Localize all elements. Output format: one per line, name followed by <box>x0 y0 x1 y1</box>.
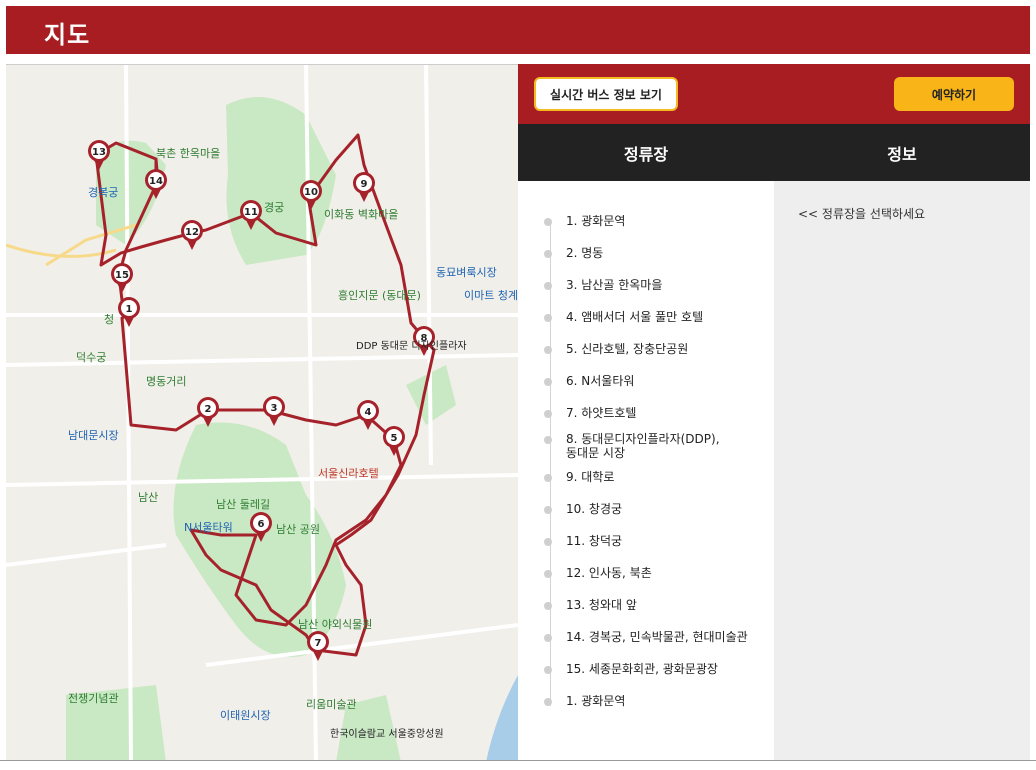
column-header-info: 정보 <box>887 144 917 164</box>
map-label-botanic: 남산 야외식물원 <box>298 618 372 631</box>
stop-dot-icon <box>544 346 552 354</box>
map-label-mosque: 한국이슬람교 서울중앙성원 <box>330 727 444 740</box>
stop-dot-icon <box>544 436 552 444</box>
stop-label: 3. 남산골 한옥마을 <box>566 278 663 292</box>
stop-label: 6. N서울타워 <box>566 374 635 388</box>
map-label-war-memorial: 전쟁기념관 <box>68 692 119 705</box>
stop-dot-icon <box>544 474 552 482</box>
stop-label: 13. 청와대 앞 <box>566 598 637 612</box>
map-label-leeum: 리움미술관 <box>306 698 357 711</box>
page-title: 지도 <box>44 21 91 49</box>
stop-info-panel: 실시간 버스 정보 보기 예약하기 정류장 정보 1. 광화문역 2. 명동 3. … <box>518 64 1030 761</box>
book-button[interactable]: 예약하기 <box>894 77 1014 111</box>
map-label-gyeongbokgung: 경복궁 <box>88 186 118 199</box>
map-label-namsan: 남산 <box>138 491 158 504</box>
svg-text:6: 6 <box>258 519 265 530</box>
svg-text:15: 15 <box>115 270 129 281</box>
svg-text:4: 4 <box>365 407 372 418</box>
map-label-shilla: 서울신라호텔 <box>318 467 379 480</box>
stop-timeline <box>550 219 551 706</box>
stop-label: 12. 인사동, 북촌 <box>566 566 652 580</box>
stop-dot-icon <box>544 666 552 674</box>
map-label-namsan-dullegil: 남산 둘레길 <box>216 498 270 511</box>
svg-text:9: 9 <box>361 179 368 190</box>
map-label-namdaemun: 남대문시장 <box>68 429 119 442</box>
page-header: 지도 <box>6 6 1030 54</box>
stop-dot-icon <box>544 250 552 258</box>
map-label-emart: 이마트 청계 <box>464 289 518 302</box>
column-header-stop: 정류장 <box>623 144 669 164</box>
stop-label: 2. 명동 <box>566 246 604 260</box>
svg-text:13: 13 <box>92 147 106 158</box>
stop-label: 1. 광화문역 <box>566 694 626 708</box>
stop-dot-icon <box>544 634 552 642</box>
svg-text:14: 14 <box>149 176 163 187</box>
map-label-deoksugung: 덕수궁 <box>76 351 106 364</box>
stop-label: 8. 동대문디자인플라자(DDP), 동대문 시장 <box>566 432 720 460</box>
stop-label: 11. 창덕궁 <box>566 534 623 548</box>
stop-list: 1. 광화문역 2. 명동 3. 남산골 한옥마을 4. 앰배서더 서울 풀만 호텔 5… <box>518 181 774 761</box>
map-label-dongmyo: 동묘벼룩시장 <box>436 266 497 279</box>
svg-text:5: 5 <box>391 433 398 444</box>
stop-label: 4. 앰배서더 서울 풀만 호텔 <box>566 310 704 324</box>
map-label-nseoul-tower: N서울타워 <box>184 521 233 534</box>
map-label-gyeong: 경궁 <box>264 201 284 214</box>
map-label-itaewon: 이태원시장 <box>220 709 271 722</box>
info-panel: << 정류장을 선택하세요 <box>774 181 1030 761</box>
svg-text:2: 2 <box>205 404 212 415</box>
svg-text:11: 11 <box>244 207 258 218</box>
map-label-cheong: 청 <box>104 313 114 326</box>
stop-dot-icon <box>544 506 552 514</box>
stop-dot-icon <box>544 698 552 706</box>
stop-dot-icon <box>544 538 552 546</box>
map-label-namsan-park: 남산 공원 <box>276 523 320 536</box>
stop-dot-icon <box>544 378 552 386</box>
stop-dot-icon <box>544 314 552 322</box>
map-panel[interactable]: 1 2 3 4 5 6 7 8 9 10 11 12 13 14 15 북촌 한… <box>6 64 518 761</box>
stop-label: 14. 경복궁, 민속박물관, 현대미술관 <box>566 630 748 644</box>
map-label-bukchon: 북촌 한옥마을 <box>156 147 220 160</box>
stop-label: 15. 세종문화회관, 광화문광장 <box>566 662 718 676</box>
svg-text:1: 1 <box>126 304 133 315</box>
map-label-heunginjimun: 흥인지문 (동대문) <box>338 288 421 302</box>
stop-dot-icon <box>544 570 552 578</box>
map-label-ddp: DDP 동대문 디자인플라자 <box>356 340 467 352</box>
stop-dot-icon <box>544 282 552 290</box>
map-label-ihwa: 이화동 벽화마을 <box>324 208 398 221</box>
info-hint: << 정류장을 선택하세요 <box>798 207 926 221</box>
svg-text:10: 10 <box>304 187 318 198</box>
action-bar: 실시간 버스 정보 보기 예약하기 <box>518 64 1030 124</box>
stop-dot-icon <box>544 602 552 610</box>
stop-label: 7. 하얏트호텔 <box>566 406 637 420</box>
svg-text:12: 12 <box>185 227 199 238</box>
svg-text:7: 7 <box>315 638 322 649</box>
stop-label: 10. 창경궁 <box>566 502 623 516</box>
stop-dot-icon <box>544 410 552 418</box>
stop-dot-icon <box>544 218 552 226</box>
stop-label: 9. 대학로 <box>566 470 615 484</box>
svg-text:3: 3 <box>271 403 278 414</box>
stop-label: 5. 신라호텔, 장충단공원 <box>566 342 689 356</box>
column-header: 정류장 정보 <box>518 124 1030 181</box>
bottom-divider <box>0 760 1036 761</box>
realtime-bus-button[interactable]: 실시간 버스 정보 보기 <box>534 77 678 111</box>
map-canvas[interactable]: 1 2 3 4 5 6 7 8 9 10 11 12 13 14 15 북촌 한… <box>6 65 518 761</box>
stop-label: 1. 광화문역 <box>566 214 626 228</box>
map-label-myeongdong: 명동거리 <box>146 375 186 388</box>
